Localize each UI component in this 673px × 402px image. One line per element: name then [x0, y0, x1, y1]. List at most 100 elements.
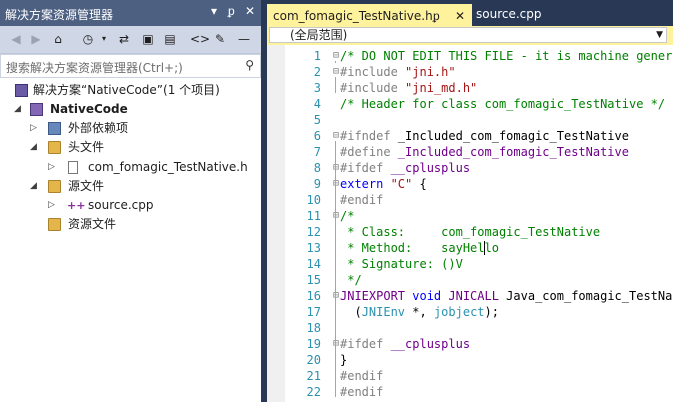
- code-line[interactable]: * Signature: ()V: [340, 256, 463, 272]
- code-line[interactable]: #ifndef _Included_com_fomagic_TestNative: [340, 128, 629, 144]
- code-line[interactable]: /* Header for class com_fomagic_TestNati…: [340, 96, 665, 112]
- code-line[interactable]: #endif: [340, 368, 383, 384]
- expanded-arrow-icon[interactable]: ◢: [30, 138, 37, 157]
- panel-pin-icon[interactable]: ᵱ: [228, 4, 235, 18]
- code-token: "jni_md.h": [405, 81, 478, 95]
- tree-item-label: 外部依赖项: [68, 121, 129, 135]
- tab-com-fomagic-testnative-h[interactable]: com_fomagic_TestNative.h ᵱ ✕: [267, 4, 472, 26]
- properties-wrench-icon[interactable]: ✎: [212, 31, 228, 47]
- history-icon[interactable]: ◷: [80, 31, 96, 47]
- line-number: 7: [313, 145, 321, 159]
- view-code-icon[interactable]: <>: [190, 31, 210, 47]
- line-number: 12: [306, 225, 321, 239]
- tree-item-resource-files[interactable]: 资源文件: [0, 215, 261, 234]
- solution-explorer-title-bar: 解决方案资源管理器 ▾ ᵱ ✕: [0, 0, 261, 26]
- minus-icon[interactable]: —: [236, 31, 252, 47]
- line-number: 13: [306, 241, 321, 255]
- header-file-icon: [68, 161, 78, 174]
- line-number: 18: [306, 321, 321, 335]
- code-token: _Included_com_fomagic_TestNative: [397, 129, 629, 143]
- code-line[interactable]: }: [340, 352, 347, 368]
- line-number: 10: [306, 193, 321, 207]
- line-number: 2: [313, 65, 321, 79]
- line-number: 6: [313, 129, 321, 143]
- code-line[interactable]: extern "C" {: [340, 176, 427, 192]
- code-line[interactable]: #include "jni_md.h": [340, 80, 477, 96]
- solution-icon: [15, 84, 28, 97]
- code-token: void: [412, 289, 449, 303]
- solution-explorer-search[interactable]: 搜索解决方案资源管理器(Ctrl+;) ⚲: [0, 54, 261, 78]
- collapsed-arrow-icon[interactable]: ▷: [30, 119, 37, 138]
- collapse-all-icon[interactable]: ▣: [140, 31, 156, 47]
- code-token: JNIEnv: [361, 305, 406, 319]
- panel-dropdown-icon[interactable]: ▾: [211, 4, 217, 18]
- code-token: * Class: com_fomagic_TestNative: [340, 225, 601, 239]
- line-number: 15: [306, 273, 321, 287]
- tree-item-project[interactable]: ◢ NativeCode: [0, 100, 261, 119]
- tree-item-label: NativeCode: [50, 102, 128, 116]
- tree-item-label: 资源文件: [68, 217, 117, 231]
- tree-item-source-files[interactable]: ◢ 源文件: [0, 177, 261, 196]
- code-token: #ifdef: [340, 337, 391, 351]
- line-number: 5: [313, 113, 321, 127]
- folder-icon: [48, 180, 61, 193]
- code-editor[interactable]: 1 ⊟/* DO NOT EDIT THIS FILE - it is machi…: [267, 45, 673, 402]
- tree-item-label: 解决方案“NativeCode”(1 个项目): [33, 83, 220, 97]
- sync-icon[interactable]: ⇄: [116, 31, 132, 47]
- code-line[interactable]: #define _Included_com_fomagic_TestNative: [340, 144, 629, 160]
- code-line[interactable]: */: [340, 272, 362, 288]
- code-token: #ifdef: [340, 161, 391, 175]
- fold-guide-line: [335, 349, 336, 381]
- line-number: 8: [313, 161, 321, 175]
- history-dropdown-icon[interactable]: ▾: [96, 31, 112, 47]
- code-line[interactable]: #endif: [340, 192, 383, 208]
- expanded-arrow-icon[interactable]: ◢: [14, 100, 21, 119]
- code-token: "jni.h": [405, 65, 456, 79]
- code-token: extern: [340, 177, 391, 191]
- tree-item-header-file[interactable]: ▷ com_fomagic_TestNative.h: [0, 158, 261, 177]
- panel-close-icon[interactable]: ✕: [245, 4, 255, 18]
- code-token: #define: [340, 145, 398, 159]
- code-line[interactable]: #ifdef __cplusplus: [340, 160, 470, 176]
- line-number: 14: [306, 257, 321, 271]
- show-all-files-icon[interactable]: ▤: [162, 31, 178, 47]
- expanded-arrow-icon[interactable]: ◢: [30, 177, 37, 196]
- tab-pin-icon[interactable]: ᵱ: [433, 5, 440, 27]
- line-number: 11: [306, 209, 321, 223]
- tree-item-references[interactable]: ▷ 外部依赖项: [0, 119, 261, 138]
- tree-item-solution[interactable]: 解决方案“NativeCode”(1 个项目): [0, 81, 261, 100]
- document-tab-strip: com_fomagic_TestNative.h ᵱ ✕ source.cpp: [267, 0, 673, 26]
- line-number: 21: [306, 369, 321, 383]
- tree-item-header-files[interactable]: ◢ 头文件: [0, 138, 261, 157]
- code-token: {: [412, 177, 427, 191]
- code-token: __cplusplus: [390, 337, 471, 351]
- code-line[interactable]: * Class: com_fomagic_TestNative: [340, 224, 600, 240]
- code-line[interactable]: (JNIEnv *, jobject);: [340, 304, 499, 320]
- code-line[interactable]: #include "jni.h": [340, 64, 456, 80]
- code-line[interactable]: /* DO NOT EDIT THIS FILE - it is machine…: [340, 48, 673, 64]
- code-line[interactable]: #endif: [340, 384, 383, 400]
- collapsed-arrow-icon[interactable]: ▷: [48, 196, 55, 215]
- code-line[interactable]: * Method: sayHello: [340, 240, 499, 256]
- tab-source-cpp[interactable]: source.cpp: [472, 4, 572, 26]
- code-line[interactable]: #ifdef __cplusplus: [340, 336, 470, 352]
- back-icon[interactable]: ◀: [8, 31, 24, 47]
- forward-icon[interactable]: ▶: [28, 31, 44, 47]
- tree-item-source-cpp[interactable]: ▷ ++ source.cpp: [0, 196, 261, 215]
- scope-dropdown[interactable]: (全局范围) ▼: [269, 27, 667, 43]
- tab-close-icon[interactable]: ✕: [455, 5, 465, 27]
- tree-item-label: 源文件: [68, 179, 105, 193]
- code-token: #include: [340, 65, 406, 79]
- code-line[interactable]: /*: [340, 208, 354, 224]
- code-token: JNIEXPORT: [340, 289, 413, 303]
- home-icon[interactable]: ⌂: [50, 31, 66, 47]
- code-token: _Included_com_fomagic_TestNative: [397, 145, 629, 159]
- line-number: 4: [313, 97, 321, 111]
- code-token: */: [340, 273, 362, 287]
- search-icon[interactable]: ⚲: [245, 58, 254, 72]
- code-token: );: [484, 305, 499, 319]
- code-line[interactable]: JNIEXPORT void JNICALL Java_com_fomagic_…: [340, 288, 673, 304]
- collapsed-arrow-icon[interactable]: ▷: [48, 158, 55, 177]
- code-token: #endif: [340, 385, 384, 399]
- chevron-down-icon[interactable]: ▼: [656, 28, 663, 42]
